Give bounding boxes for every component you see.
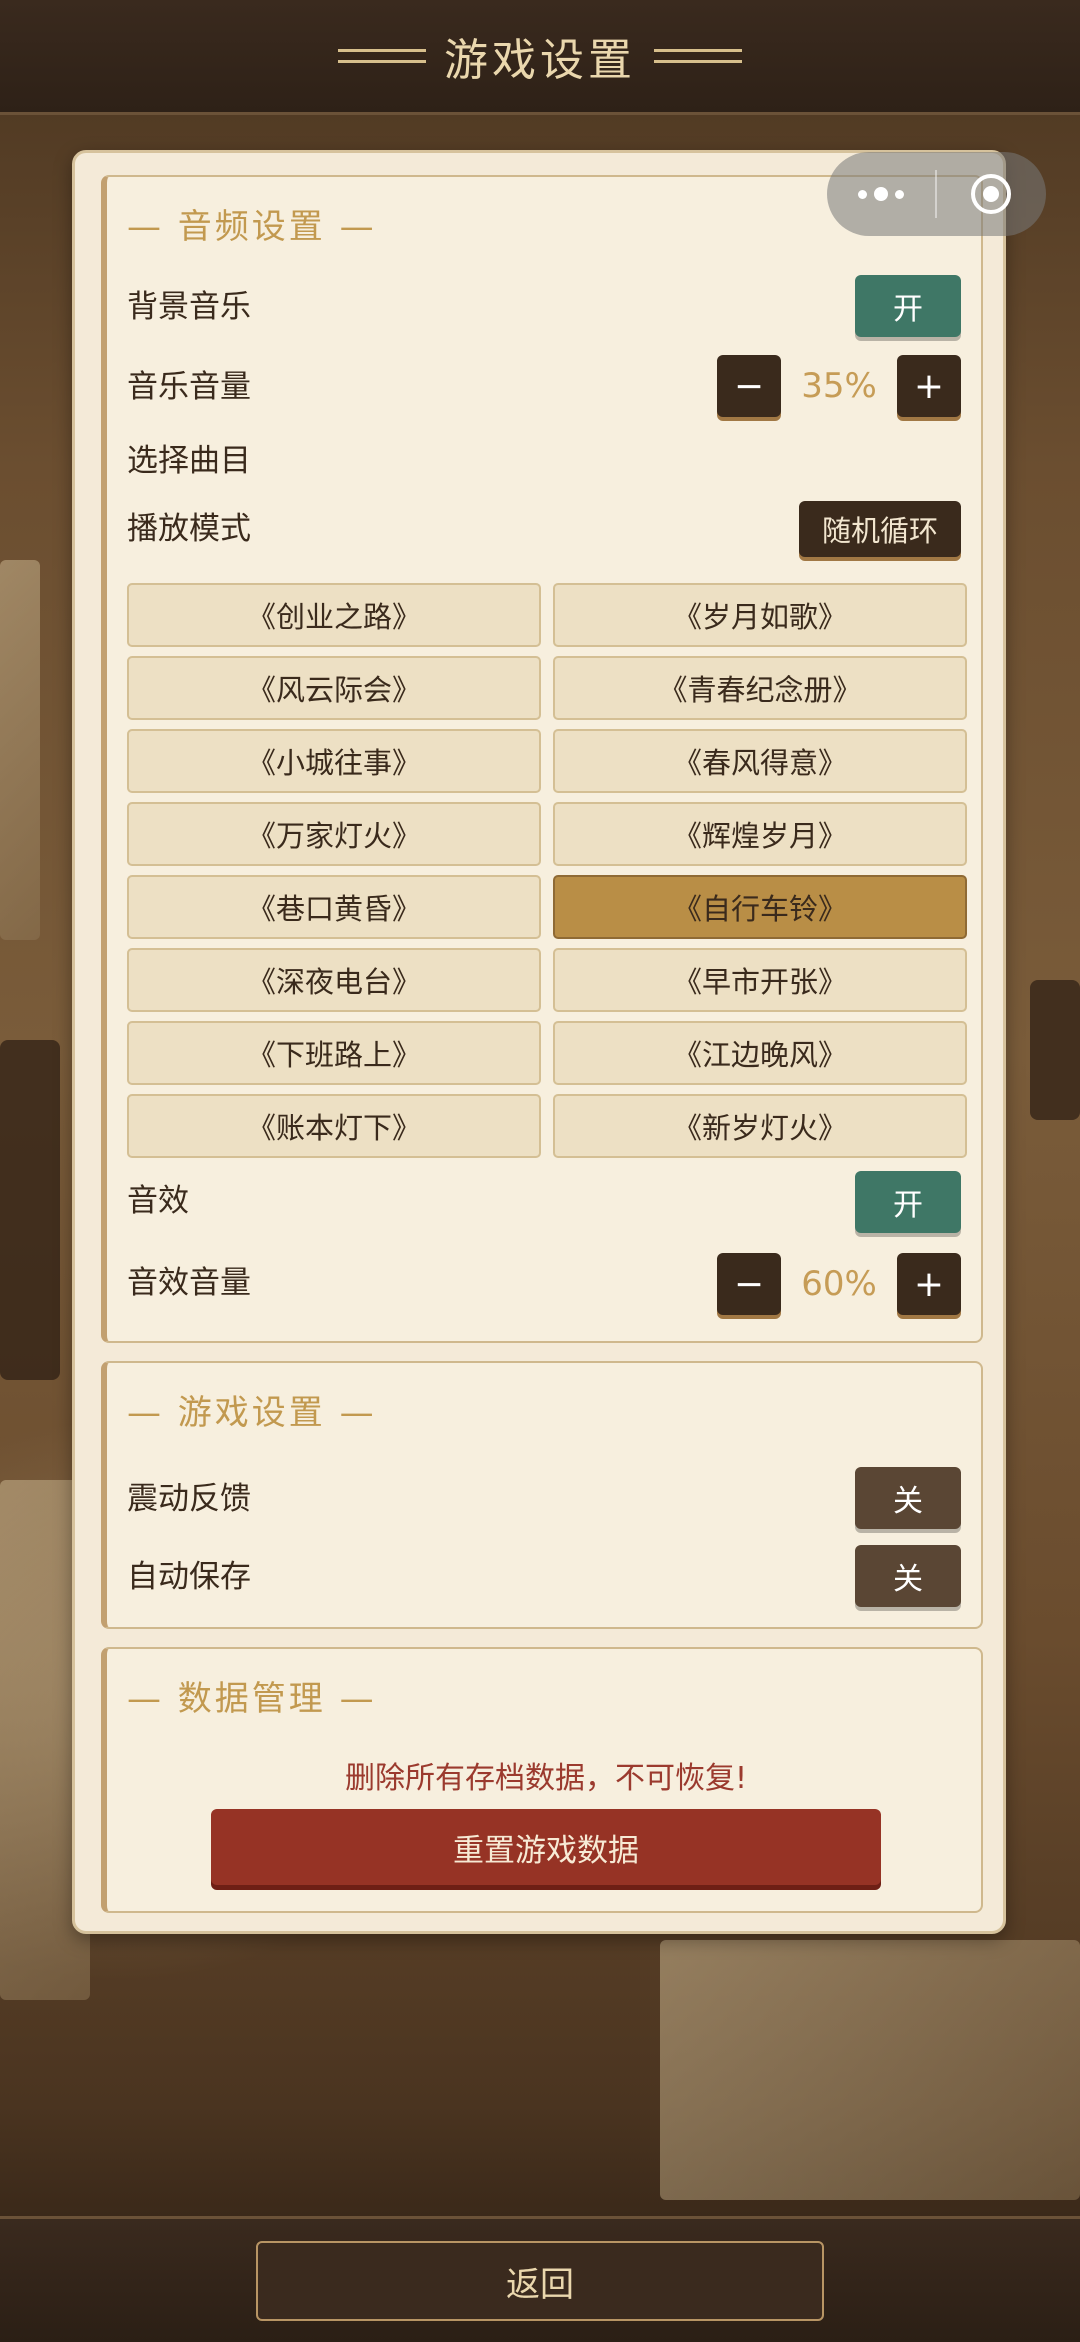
- track-item[interactable]: 《深夜电台》: [127, 948, 541, 1012]
- game-section-title: — 游戏设置 —: [127, 1393, 377, 1433]
- music-volume-stepper: − 35% +: [717, 355, 961, 419]
- track-item[interactable]: 《早市开张》: [553, 948, 967, 1012]
- track-item[interactable]: 《江边晚风》: [553, 1021, 967, 1085]
- reset-warning: 删除所有存档数据，不可恢复!: [344, 1761, 748, 1796]
- data-section: — 数据管理 — 删除所有存档数据，不可恢复! 重置游戏数据: [101, 1647, 983, 1913]
- more-dots-icon[interactable]: [827, 187, 935, 201]
- track-item[interactable]: 《下班路上》: [127, 1021, 541, 1085]
- bg-decor: [660, 1940, 1080, 2200]
- back-button[interactable]: 返回: [256, 2241, 824, 2321]
- sfx-volume-value: 60%: [801, 1264, 877, 1304]
- bgm-label: 背景音乐: [127, 289, 251, 325]
- bg-decor: [0, 560, 40, 940]
- track-item[interactable]: 《巷口黄昏》: [127, 875, 541, 939]
- bgm-toggle[interactable]: 开: [855, 275, 961, 337]
- track-item[interactable]: 《万家灯火》: [127, 802, 541, 866]
- track-item[interactable]: 《自行车铃》: [553, 875, 967, 939]
- footer-bar: 返回: [0, 2216, 1080, 2342]
- page-title: 游戏设置: [444, 35, 636, 86]
- sfx-volume-label: 音效音量: [127, 1265, 251, 1301]
- music-volume-increase-button[interactable]: +: [897, 355, 961, 417]
- settings-panel: — 音频设置 — 背景音乐 开 音乐音量 − 35% + 选择曲目 播放模式 随…: [72, 150, 1006, 1934]
- bg-decor: [0, 1040, 60, 1380]
- title-decoration: [654, 49, 742, 63]
- track-item[interactable]: 《小城往事》: [127, 729, 541, 793]
- music-volume-value: 35%: [801, 366, 877, 406]
- track-select-label: 选择曲目: [127, 443, 251, 479]
- bg-decor: [1030, 980, 1080, 1120]
- track-list: 《创业之路》 《岁月如歌》 《风云际会》 《青春纪念册》 《小城往事》 《春风得意》 《万家…: [127, 583, 967, 1158]
- track-item[interactable]: 《创业之路》: [127, 583, 541, 647]
- play-mode-label: 播放模式: [127, 511, 251, 547]
- target-circle-icon[interactable]: [937, 174, 1045, 214]
- sfx-toggle[interactable]: 开: [855, 1171, 961, 1233]
- track-item[interactable]: 《账本灯下》: [127, 1094, 541, 1158]
- track-item[interactable]: 《春风得意》: [553, 729, 967, 793]
- data-section-title: — 数据管理 —: [127, 1679, 377, 1719]
- audio-section: — 音频设置 — 背景音乐 开 音乐音量 − 35% + 选择曲目 播放模式 随…: [101, 175, 983, 1343]
- sfx-volume-increase-button[interactable]: +: [897, 1253, 961, 1315]
- autosave-label: 自动保存: [127, 1559, 251, 1595]
- game-section: — 游戏设置 — 震动反馈 关 自动保存 关: [101, 1361, 983, 1629]
- track-item[interactable]: 《风云际会》: [127, 656, 541, 720]
- sfx-volume-stepper: − 60% +: [717, 1253, 961, 1317]
- music-volume-label: 音乐音量: [127, 369, 251, 405]
- autosave-toggle[interactable]: 关: [855, 1545, 961, 1607]
- vibration-toggle[interactable]: 关: [855, 1467, 961, 1529]
- reset-game-data-button[interactable]: 重置游戏数据: [211, 1809, 881, 1885]
- track-item[interactable]: 《青春纪念册》: [553, 656, 967, 720]
- mini-program-capsule: [827, 152, 1046, 236]
- vibration-label: 震动反馈: [127, 1481, 251, 1517]
- audio-section-title: — 音频设置 —: [127, 207, 377, 247]
- sfx-label: 音效: [127, 1183, 189, 1219]
- track-item[interactable]: 《新岁灯火》: [553, 1094, 967, 1158]
- track-item[interactable]: 《辉煌岁月》: [553, 802, 967, 866]
- music-volume-decrease-button[interactable]: −: [717, 355, 781, 417]
- top-bar: 游戏设置: [0, 0, 1080, 115]
- play-mode-button[interactable]: 随机循环: [799, 501, 961, 557]
- track-item[interactable]: 《岁月如歌》: [553, 583, 967, 647]
- title-decoration: [338, 49, 426, 63]
- sfx-volume-decrease-button[interactable]: −: [717, 1253, 781, 1315]
